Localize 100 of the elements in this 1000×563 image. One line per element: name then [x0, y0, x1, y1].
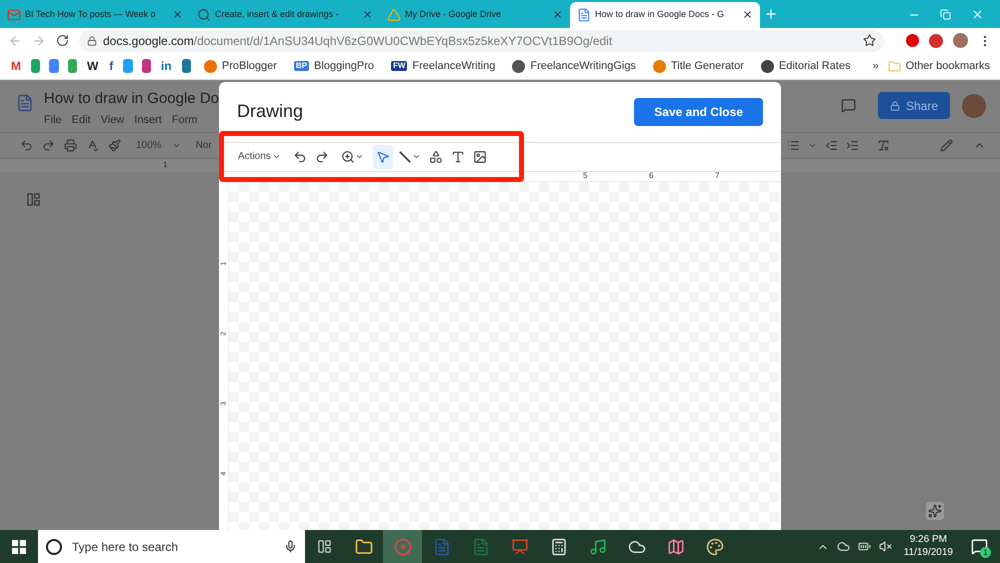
bookmark-icon: FW [390, 61, 408, 72]
image-icon [472, 150, 487, 164]
map-icon [666, 538, 684, 556]
browser-tab[interactable]: My Drive - Google Drive [380, 2, 570, 28]
tab-title: BI Tech How To posts — Week o [25, 8, 157, 22]
cloud-icon[interactable] [836, 540, 850, 554]
pencil-icon[interactable] [940, 138, 953, 152]
url-path: /document/d/1AnSU34UqhV6zG0WU0CWbEYqBsx5z5keXY7OCVt1B9Og/edit [194, 32, 612, 50]
ruler-number: 6 [649, 172, 654, 180]
bookmark-link[interactable]: Title Generator [670, 58, 744, 75]
bookmark-link[interactable]: FreelanceWritingGigs [530, 58, 636, 75]
bookmark-icon[interactable] [31, 59, 40, 74]
more-bookmarks[interactable]: » [872, 58, 879, 75]
style-dropdown[interactable]: Nor [196, 138, 212, 153]
menu-item[interactable]: Insert [134, 112, 162, 129]
paint-format-icon[interactable] [108, 138, 121, 152]
triangle-icon [387, 8, 401, 22]
ruler-number: 7 [715, 172, 720, 180]
clear-formatting-icon[interactable] [877, 138, 890, 152]
text-box-icon [450, 150, 465, 164]
bookmark-icon: BP [294, 61, 310, 72]
clock-time: 9:26 PM [910, 534, 947, 547]
lock-icon [890, 100, 900, 111]
task-view-icon[interactable] [317, 539, 332, 554]
indent-increase-icon[interactable] [846, 138, 859, 152]
zoom-dropdown[interactable]: 100% [136, 138, 181, 153]
folder-icon [354, 538, 372, 556]
line-icon [398, 150, 412, 164]
bookmark-icon[interactable] [49, 59, 59, 74]
browser-tab[interactable]: BI Tech How To posts — Week o [0, 2, 190, 28]
undo-icon[interactable] [20, 138, 33, 152]
bookmark-link[interactable]: Editorial Rates [778, 58, 850, 75]
menu-item[interactable]: Form [172, 112, 198, 129]
muted-speaker-icon[interactable] [878, 540, 892, 554]
bookmark-link[interactable]: Other bookmarks [906, 58, 990, 75]
ruler-number: 5 [583, 172, 588, 180]
music-icon [588, 538, 606, 556]
actions-menu[interactable]: Actions [235, 144, 284, 169]
outline-icon[interactable] [26, 192, 41, 207]
bookmark-icon[interactable]: in [160, 60, 173, 72]
bookmark-icon[interactable] [123, 59, 133, 74]
bookmark-icon[interactable]: M [10, 60, 22, 72]
search-placeholder: Type here to search [72, 538, 180, 556]
bookmark-link[interactable]: FreelanceWriting [412, 58, 496, 75]
share-button[interactable]: Share [878, 92, 950, 120]
browser-tab[interactable]: Create, insert & edit drawings - [190, 2, 380, 28]
circle-icon [394, 538, 412, 556]
bookmark-icon[interactable] [182, 59, 191, 74]
taskbar-search-field[interactable]: Type here to search [38, 530, 305, 563]
search-icon [197, 8, 211, 22]
windows-logo-icon[interactable] [12, 540, 26, 554]
shapes-icon [428, 150, 443, 164]
extension-icon[interactable] [906, 34, 919, 48]
clock-date: 11/19/2019 [904, 546, 953, 560]
avatar[interactable] [953, 33, 968, 48]
lock-icon [87, 36, 97, 46]
menu-item[interactable]: File [44, 112, 62, 129]
ruler-number: 1 [163, 159, 168, 172]
document-icon [577, 8, 591, 22]
new-tab-icon[interactable] [764, 6, 778, 21]
redo-icon[interactable] [42, 138, 55, 152]
microphone-icon[interactable] [284, 540, 297, 554]
menu-item[interactable]: Edit [72, 112, 91, 129]
close-icon[interactable] [742, 9, 753, 20]
tab-title: How to draw in Google Docs - G [595, 8, 726, 22]
reload-icon[interactable] [56, 34, 69, 48]
restore-icon[interactable] [940, 9, 951, 20]
tab-title: Create, insert & edit drawings - [215, 8, 340, 22]
notification-badge: 1 [980, 547, 991, 558]
pointer-icon [376, 150, 390, 164]
notifications-icon[interactable] [971, 538, 988, 556]
dialog-title: Drawing [237, 100, 304, 124]
spellcheck-icon[interactable] [86, 138, 99, 152]
bookmark-link[interactable]: BloggingPro [314, 58, 374, 75]
printer-icon[interactable] [64, 138, 77, 152]
bookmark-icon[interactable] [142, 59, 151, 74]
bookmark-icon[interactable]: W [86, 60, 100, 72]
star-icon[interactable] [863, 34, 876, 48]
explore-icon[interactable] [926, 502, 944, 520]
document-title[interactable]: How to draw in Google Do [44, 88, 219, 110]
spreadsheet-icon [472, 538, 490, 556]
browser-tab[interactable]: How to draw in Google Docs - G [570, 2, 760, 28]
comment-icon[interactable] [840, 98, 856, 114]
tab-title: My Drive - Google Drive [405, 8, 502, 22]
document-icon [432, 538, 450, 556]
bookmark-icon[interactable]: f [108, 60, 114, 72]
save-and-close-button[interactable]: Save and Close [634, 98, 763, 126]
battery-icon[interactable] [858, 540, 871, 554]
palette-icon [706, 538, 724, 556]
mail-icon [7, 8, 21, 22]
extension-icon[interactable] [929, 34, 943, 48]
menu-item[interactable]: View [100, 112, 124, 129]
calculator-icon [550, 538, 568, 556]
redo-icon [314, 150, 329, 164]
bookmark-icon[interactable] [68, 59, 77, 74]
undo-icon [292, 150, 307, 164]
address-field[interactable]: docs.google.com/document/d/1AnSU34UqhV6zG0WU0CWbEYqBsx5z5keXY7OCVt1B9Og/edit [79, 30, 884, 52]
indent-decrease-icon[interactable] [825, 138, 838, 152]
bookmark-link[interactable]: ProBlogger [222, 58, 277, 75]
select-tool[interactable] [372, 144, 393, 169]
